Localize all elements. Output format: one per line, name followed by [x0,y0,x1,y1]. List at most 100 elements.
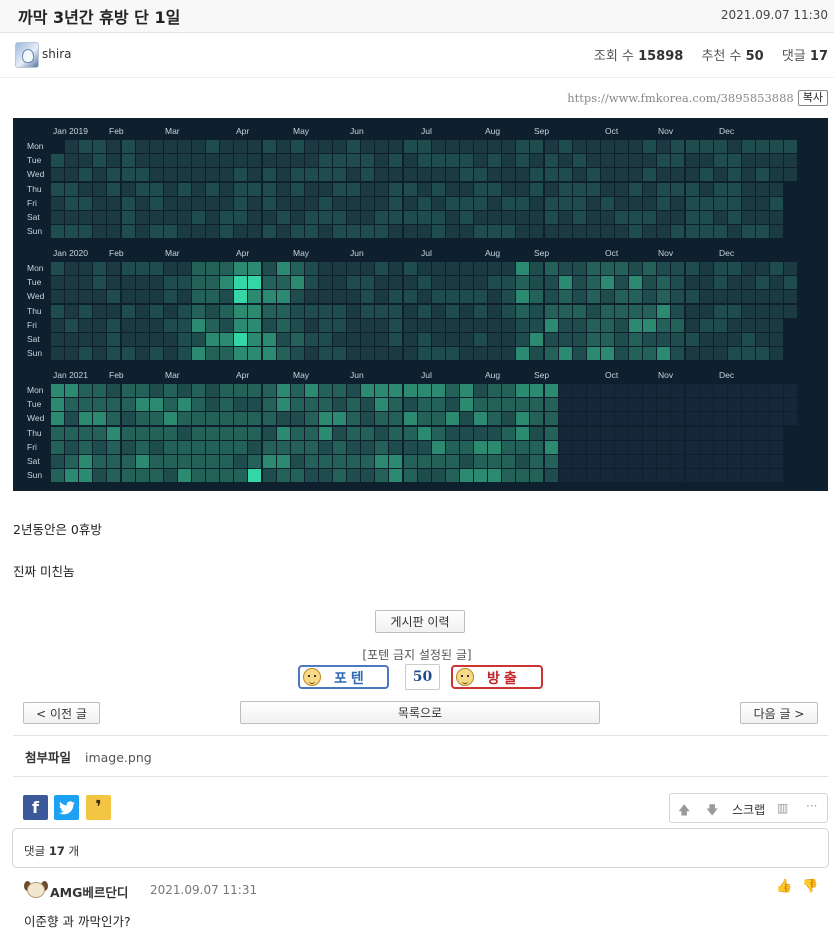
heatmap-cell [629,304,643,318]
heatmap-cell [93,333,107,346]
facebook-share-button[interactable]: f [23,795,48,820]
kakao-share-button[interactable]: ❜ [86,795,111,820]
twitter-share-button[interactable] [54,795,79,820]
heatmap-cell [445,318,459,332]
board-history-button[interactable]: 게시판 이력 [375,610,465,633]
heatmap-cell [276,304,290,318]
heatmap-day-label: Thu [27,305,42,316]
heatmap-cell [516,412,530,426]
attachment-row: 첨부파일 image.png [25,747,152,766]
recommend-count: 50 [745,49,764,64]
heatmap-cell [65,154,79,168]
heatmap-cell [304,384,318,397]
heatmap-cell [361,225,375,239]
heatmap-cell [389,347,403,361]
post-url[interactable]: https://www.fmkorea.com/3895853888 [567,91,794,105]
heatmap-cell [530,290,544,304]
heatmap-cell [79,276,93,290]
arrow-down-icon[interactable]: 🡇 [706,801,718,822]
heatmap-cell [220,426,234,440]
heatmap-cell [502,225,516,239]
heatmap-cell [192,384,205,397]
heatmap-cell [699,412,713,426]
heatmap-cell [347,196,361,210]
heatmap-cell [375,290,389,304]
heatmap-cell [459,290,473,304]
heatmap-cell [474,455,487,468]
thumbs-up-icon[interactable]: 👍 [776,879,792,894]
heatmap-cell [474,412,487,426]
heatmap-cell [403,384,417,397]
vote-up-button[interactable]: 포텐 [298,665,389,689]
vote-down-button[interactable]: 방출 [451,665,543,689]
heatmap-cell [770,211,784,224]
heatmap-cell [163,455,177,468]
heatmap-cell [699,211,713,224]
heatmap-month-label: Aug [485,370,501,380]
heatmap-cell [530,276,544,290]
comment-author[interactable]: AMG베르단디 [50,882,128,901]
heatmap-cell [262,140,276,153]
heatmap-cell [502,318,516,332]
heatmap-cell [135,333,149,346]
heatmap-month-label: Apr [236,370,250,380]
heatmap-cell [741,140,755,153]
heatmap-cell [770,276,784,290]
heatmap-cell [474,196,487,210]
heatmap-cell [671,290,685,304]
heatmap-cell [544,440,558,454]
arrow-up-icon[interactable]: 🡅 [678,801,690,822]
heatmap-cell [544,347,558,361]
heatmap-cell [248,440,262,454]
scrap-button[interactable]: 스크랩 [732,801,765,818]
more-icon[interactable]: ··· [806,799,817,813]
heatmap-cell [770,318,784,332]
heatmap-cell [544,276,558,290]
attachment-file-link[interactable]: image.png [85,750,152,765]
heatmap-cell [403,398,417,412]
heatmap-cell [149,225,163,239]
heatmap-cell [600,168,614,182]
heatmap-cell [685,262,699,275]
avatar[interactable] [15,42,39,68]
list-button[interactable]: 목록으로 [240,701,600,724]
heatmap-cell [770,469,784,483]
heatmap-cell [445,211,459,224]
heatmap-cell [417,196,431,210]
heatmap-cell [149,318,163,332]
heatmap-cell [657,140,671,153]
heatmap-cell [403,455,417,468]
heatmap-cell [544,140,558,153]
prev-post-button[interactable]: < 이전 글 [23,702,100,724]
heatmap-cell [135,455,149,468]
heatmap-cell [65,196,79,210]
heatmap-cell [530,318,544,332]
comments-count: 17 [809,49,828,64]
heatmap-cell [586,318,600,332]
heatmap-cell [629,262,643,275]
copy-url-button[interactable]: 복사 [797,90,828,106]
heatmap-cell [375,318,389,332]
heatmap-cell [121,262,135,275]
heatmap-month-label: Jan 2019 [53,126,88,136]
stats-icon[interactable]: ▥ [777,801,788,815]
heatmap-cell [417,426,431,440]
next-post-button[interactable]: 다음 글 > [740,702,818,724]
heatmap-cell [192,140,205,153]
heatmap-cell [417,262,431,275]
heatmap-cell [713,211,727,224]
heatmap-cell [192,225,205,239]
heatmap-month-label: Oct [605,126,619,136]
author-name[interactable]: shira [42,47,71,61]
heatmap-cell [192,196,205,210]
heatmap-cell [727,196,741,210]
heatmap-cell [558,304,572,318]
thumbs-down-icon[interactable]: 👎 [802,879,818,894]
heatmap-cell [403,196,417,210]
heatmap-cell [51,211,64,224]
heatmap-cell [220,384,234,397]
heatmap-cell [600,412,614,426]
heatmap-cell [713,440,727,454]
heatmap-cell [629,276,643,290]
heatmap-cell [558,384,572,397]
